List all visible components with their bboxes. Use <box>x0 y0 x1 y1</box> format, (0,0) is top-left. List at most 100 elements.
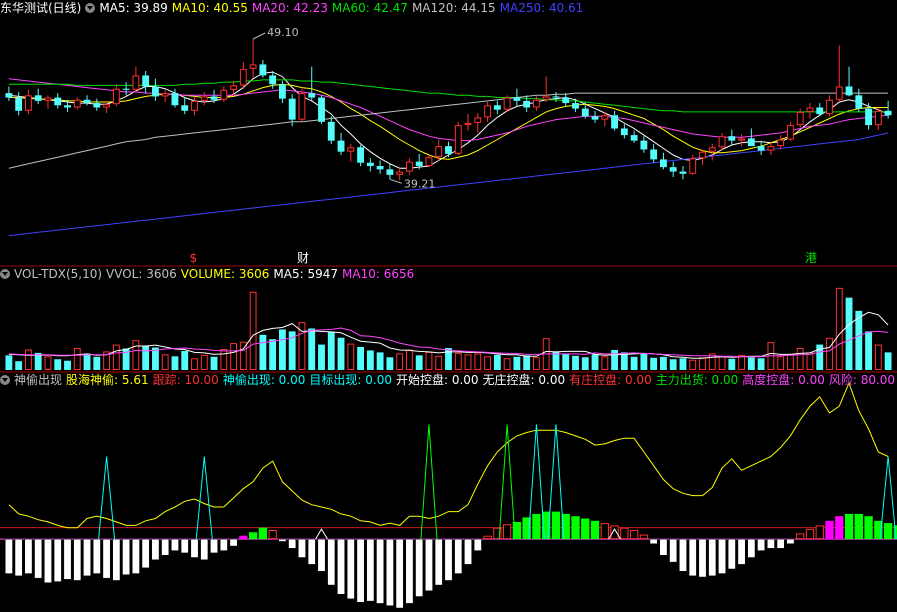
volume-bar <box>259 334 267 370</box>
indicator-bar <box>483 535 492 540</box>
high-price-label: 49.10 <box>267 26 299 39</box>
indicator-bar <box>854 513 863 540</box>
candle-body <box>210 96 218 100</box>
volume-bar <box>308 328 316 370</box>
candle-body <box>640 140 648 150</box>
candle-body <box>249 64 257 69</box>
candle-body <box>161 93 169 97</box>
candle-body <box>787 125 794 140</box>
candle-body <box>279 84 286 99</box>
main-legend: 东华测试(日线) MA5: 39.89 MA10: 40.55 MA20: 42.23… <box>0 0 591 16</box>
candle-body <box>513 97 521 101</box>
candle-body <box>816 107 824 115</box>
ma-line-ma60 <box>8 79 889 113</box>
signal-spike <box>498 424 516 540</box>
candle-body <box>376 166 384 170</box>
indicator-bar <box>786 538 795 544</box>
volume-bar <box>15 361 23 370</box>
candle-body <box>601 115 609 120</box>
ma-legend-items: MA5: 39.89 MA10: 40.55 MA20: 42.23 MA60: 42… <box>99 1 587 15</box>
candle-body <box>171 93 179 106</box>
volume-bar <box>787 353 794 371</box>
signal-spike <box>420 424 438 540</box>
volume-bar <box>630 356 638 370</box>
candle-body <box>523 100 531 108</box>
volume-bar <box>757 358 765 370</box>
indicator-bar <box>415 538 424 597</box>
indicator-bar <box>844 513 854 540</box>
candle-body <box>591 116 599 120</box>
volume-bar <box>5 355 13 370</box>
candle-body <box>64 105 71 108</box>
collapse-icon[interactable] <box>0 375 10 385</box>
indicator-bar <box>268 529 277 540</box>
candle-body <box>533 99 540 108</box>
candle-body <box>767 146 775 151</box>
indicator-bar <box>454 538 463 574</box>
volume-bar <box>747 357 755 370</box>
ma-legend-item-1: MA10: 40.55 <box>171 1 248 15</box>
volume-bar <box>73 348 81 370</box>
candle-body <box>5 93 13 98</box>
candle-body <box>738 138 745 141</box>
indicator-bar <box>288 538 297 549</box>
volume-bar <box>220 348 228 371</box>
volume-bar <box>181 350 189 370</box>
volume-bar <box>161 354 169 371</box>
indicator-bar <box>766 538 775 549</box>
indicator-bar <box>649 538 658 544</box>
indicator-bar <box>122 538 131 575</box>
indicator-bar <box>502 524 512 540</box>
candle-body <box>406 161 413 172</box>
volume-bar <box>640 353 648 370</box>
indicator-bar <box>34 538 43 579</box>
ma-legend-item-5: MA250: 40.61 <box>499 1 584 15</box>
indicator-bar <box>83 538 91 577</box>
volume-bar <box>83 353 91 370</box>
candle-body <box>542 96 550 100</box>
ma-legend-item-2: MA20: 42.23 <box>251 1 328 15</box>
volume-bar <box>493 354 501 370</box>
indicator-bar <box>805 528 815 540</box>
collapse-icon[interactable] <box>85 3 96 13</box>
volume-bar <box>777 356 785 370</box>
volume-bar <box>884 352 892 370</box>
ma-legend-item-0: MA5: 39.89 <box>99 1 168 15</box>
indicator-bar <box>464 538 472 565</box>
indicator-bar <box>131 538 140 574</box>
volume-bar <box>718 356 726 370</box>
candle-body <box>347 147 355 152</box>
candle-body <box>132 75 140 90</box>
volume-bar <box>572 355 579 370</box>
candle-body <box>396 171 404 175</box>
volume-bar <box>874 344 882 371</box>
candle-body <box>669 167 677 172</box>
candle-body <box>122 88 130 90</box>
indicator-bar <box>53 538 62 582</box>
volume-bar <box>611 349 618 370</box>
event-marker: $ <box>190 251 198 265</box>
candle-body <box>181 105 189 111</box>
volume-bar <box>533 357 540 370</box>
candle-body <box>660 159 667 168</box>
candle-body <box>152 86 159 97</box>
ind-legend-item-0: 股海神偷: 5.61 <box>66 373 149 387</box>
indicator-bar <box>796 533 805 540</box>
candle-body <box>386 169 394 175</box>
collapse-icon[interactable] <box>0 269 10 279</box>
ind-legend: 神偷出现 股海神偷: 5.61 跟踪: 10.00 神偷出现: 0.00 目标出现: 0… <box>0 372 897 388</box>
ma-legend-item-3: MA60: 42.47 <box>331 1 408 15</box>
volume-bar <box>112 344 120 371</box>
vol-legend-item-0: VVOL: 3606 <box>106 267 177 281</box>
ind-indicator-name: 神偷出现 <box>14 373 63 387</box>
volume-bar <box>552 351 560 370</box>
indicator-bar <box>757 538 766 551</box>
indicator-bar <box>551 511 561 540</box>
candle-body <box>572 103 579 109</box>
vol-legend-item-1: VOLUME: 3606 <box>180 267 270 281</box>
volume-bar <box>406 349 413 371</box>
candle-body <box>835 86 843 100</box>
indicator-bar <box>610 525 619 540</box>
candle-body <box>503 97 511 110</box>
ind-legend-item-9: 风险: 80.00 <box>828 373 896 387</box>
